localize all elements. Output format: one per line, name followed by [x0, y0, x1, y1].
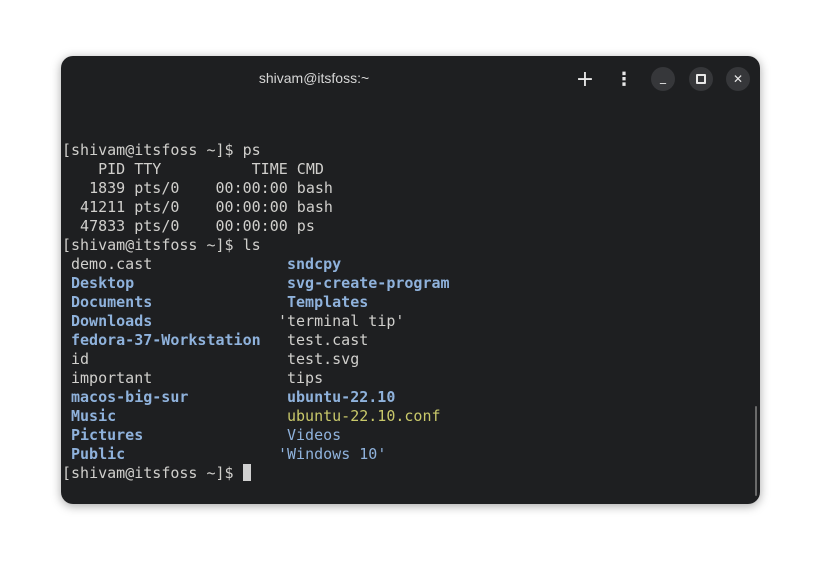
prompt-line: [shivam@itsfoss ~]$ ps: [62, 141, 742, 160]
terminal-window: shivam@itsfoss:~ + ⋮ _ ✕ [shivam@itsfoss…: [61, 56, 760, 504]
terminal-output[interactable]: [shivam@itsfoss ~]$ ps PID TTY TIME CMD …: [62, 141, 742, 483]
ls-row: id test.svg: [62, 350, 742, 369]
ls-entry: Videos: [287, 426, 342, 444]
ls-row: fedora-37-Workstation test.cast: [62, 331, 742, 350]
ls-row: Music ubuntu-22.10.conf: [62, 407, 742, 426]
ls-row: demo.cast sndcpy: [62, 255, 742, 274]
minimize-button[interactable]: _: [651, 67, 675, 91]
scrollbar[interactable]: [755, 406, 757, 496]
ls-entry: macos-big-sur: [71, 388, 189, 406]
plus-icon: +: [575, 66, 595, 92]
close-icon: ✕: [732, 72, 744, 86]
maximize-button[interactable]: [689, 67, 713, 91]
ls-entry: Documents: [71, 293, 153, 311]
ls-entry: tips: [287, 369, 324, 387]
ls-entry: ubuntu-22.10: [287, 388, 396, 406]
ls-row: macos-big-sur ubuntu-22.10: [62, 388, 742, 407]
ls-entry: svg-create-program: [287, 274, 450, 292]
command: ps: [242, 141, 261, 159]
cursor: [242, 464, 251, 481]
close-button[interactable]: ✕: [726, 67, 750, 91]
ls-row: Downloads 'terminal tip': [62, 312, 742, 331]
ls-row: Public 'Windows 10': [62, 445, 742, 464]
ls-entry: important: [71, 369, 153, 387]
ps-output-line: 41211 pts/0 00:00:00 bash: [62, 198, 333, 216]
maximize-icon: [696, 74, 706, 84]
ls-entry: demo.cast: [71, 255, 153, 273]
ps-output-line: PID TTY TIME CMD: [62, 160, 324, 178]
window-title: shivam@itsfoss:~: [258, 70, 370, 86]
ls-entry: 'terminal tip': [278, 312, 405, 330]
ls-entry: 'Windows 10': [278, 445, 387, 463]
ls-entry: Public: [71, 445, 126, 463]
ls-row: Pictures Videos: [62, 426, 742, 445]
ls-entry: sndcpy: [287, 255, 342, 273]
ls-entry: Pictures: [71, 426, 144, 444]
header-bar: shivam@itsfoss:~ + ⋮ _ ✕: [61, 56, 760, 102]
prompt: [shivam@itsfoss ~]$: [62, 236, 243, 254]
prompt: [shivam@itsfoss ~]$: [62, 464, 243, 482]
ps-output-line: 47833 pts/0 00:00:00 ps: [62, 217, 315, 235]
ls-entry: id: [71, 350, 90, 368]
prompt-line: [shivam@itsfoss ~]$: [62, 464, 742, 483]
prompt-line: [shivam@itsfoss ~]$ ls: [62, 236, 742, 255]
ls-entry: test.cast: [287, 331, 369, 349]
ls-row: Desktop svg-create-program: [62, 274, 742, 293]
ls-entry: fedora-37-Workstation: [71, 331, 261, 349]
command: ls: [242, 236, 261, 254]
ls-entry: Desktop: [71, 274, 135, 292]
ls-entry: ubuntu-22.10.conf: [287, 407, 441, 425]
menu-button[interactable]: ⋮: [612, 67, 636, 91]
ls-row: important tips: [62, 369, 742, 388]
prompt: [shivam@itsfoss ~]$: [62, 141, 243, 159]
kebab-menu-icon: ⋮: [615, 68, 633, 90]
ls-row: Documents Templates: [62, 293, 742, 312]
ls-entry: Templates: [287, 293, 369, 311]
new-tab-button[interactable]: +: [573, 66, 597, 92]
ls-entry: Downloads: [71, 312, 153, 330]
ps-output-line: 1839 pts/0 00:00:00 bash: [62, 179, 333, 197]
ls-entry: Music: [71, 407, 117, 425]
minimize-icon: _: [660, 70, 666, 84]
ls-entry: test.svg: [287, 350, 360, 368]
